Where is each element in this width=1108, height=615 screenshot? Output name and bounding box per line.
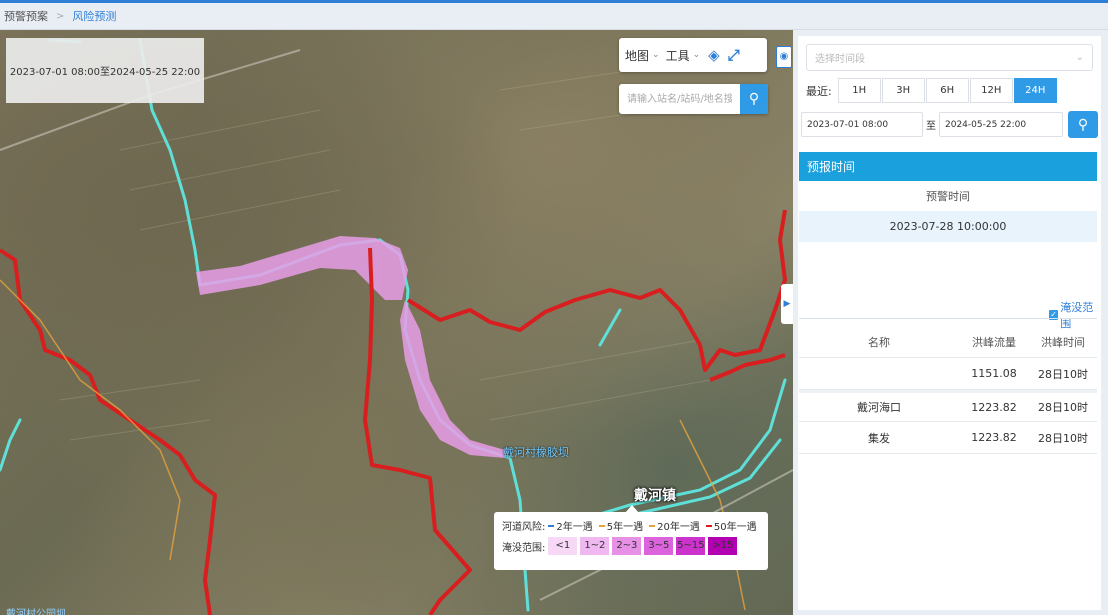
search-button[interactable]: ⚲: [740, 84, 768, 114]
breadcrumb: 预警预案 > 风险预测: [0, 3, 1108, 30]
flood-level-box: >15: [708, 537, 738, 555]
table-row[interactable]: 集发 1223.82 28日10时: [799, 422, 1097, 454]
warning-time-label: 预警时间: [926, 190, 970, 203]
date-range: 2023-07-01 08:00 至 2024-05-25 22:00 ⚲: [801, 111, 1098, 138]
flood-level-box: 1~2: [580, 537, 610, 555]
column-header-time: 洪峰时间: [1041, 335, 1085, 349]
cell-flow: 1223.82: [971, 431, 1017, 444]
panel-collapse-handle[interactable]: ▶: [781, 284, 793, 324]
legend-line: [649, 524, 656, 527]
map-view[interactable]: 2023-07-01 08:00至2024-05-25 22:00 地图 ⌄ 工…: [0, 30, 793, 615]
cell-time: 28日10时: [1038, 431, 1088, 445]
river-risk-item: 20年一遇: [649, 518, 700, 533]
map-legend: 河道风险: 2年一遇 5年一遇 20年一遇 50年一遇 淹没范围: <1 1~2…: [494, 512, 768, 570]
cell-flow: 1151.08: [971, 367, 1017, 380]
map-type-label: 地图: [625, 48, 650, 63]
place-label: 戴河镇: [634, 488, 676, 504]
cell-name: 集发: [868, 431, 890, 445]
river-risk-item: 5年一遇: [598, 518, 644, 533]
flood-level-box: 2~3: [612, 537, 642, 555]
legend-label: 50年一遇: [713, 522, 757, 533]
query-button[interactable]: ⚲: [1068, 111, 1098, 138]
start-date-input[interactable]: 2023-07-01 08:00: [801, 112, 923, 137]
river-risk-item: 2年一遇: [548, 518, 593, 533]
tools-label: 工具: [665, 48, 690, 63]
table-row[interactable]: 1151.08 28日10时: [799, 358, 1097, 390]
legend-label: 5年一遇: [606, 522, 644, 533]
river-risk-item: 50年一遇: [705, 518, 757, 533]
breadcrumb-separator: >: [56, 10, 65, 22]
breadcrumb-home[interactable]: 预警预案: [4, 8, 48, 24]
caret-right-icon: ▶: [783, 299, 791, 309]
search-input[interactable]: [619, 84, 740, 114]
cell-time: 28日10时: [1038, 401, 1088, 414]
flood-range-label: 淹没范围:: [502, 542, 546, 554]
cell-time: 28日10时: [1038, 367, 1088, 381]
time-range-box: 2023-07-01 08:00至2024-05-25 22:00: [6, 38, 204, 103]
end-date-input[interactable]: 2024-05-25 22:00: [939, 112, 1063, 137]
map-search: ⚲: [619, 84, 768, 114]
river-risk-legend: 河道风险: 2年一遇 5年一遇 20年一遇 50年一遇: [502, 518, 760, 533]
recent-range: 最近: 1H 3H 6H 12H 24H: [806, 78, 1058, 103]
recent-12h-button[interactable]: 12H: [969, 78, 1013, 103]
column-header-name: 名称: [868, 335, 890, 349]
recent-6h-button[interactable]: 6H: [925, 78, 969, 103]
legend-label: 2年一遇: [556, 522, 593, 533]
chevron-down-icon: ⌄: [652, 50, 660, 60]
column-header-flow: 洪峰流量: [972, 335, 1016, 349]
globe-icon[interactable]: ◈: [708, 46, 720, 64]
side-panel-card: 选择时间段 ⌄ 最近: 1H 3H 6H 12H 24H 2023-07-01 …: [798, 36, 1101, 610]
recent-24h-button[interactable]: 24H: [1013, 78, 1057, 103]
legend-line: [548, 524, 555, 527]
to-label: 至: [926, 121, 936, 132]
legend-line: [598, 524, 605, 527]
legend-line: [705, 524, 712, 527]
fullscreen-icon[interactable]: ⤢: [728, 46, 740, 64]
forecast-time-header: 预报时间: [799, 152, 1097, 181]
recent-label: 最近:: [806, 84, 832, 98]
table-header-row: 名称 洪峰流量 洪峰时间: [799, 326, 1097, 358]
lock-icon[interactable]: ◉: [776, 46, 792, 68]
recent-1h-button[interactable]: 1H: [837, 78, 881, 103]
period-select[interactable]: 选择时间段 ⌄: [806, 44, 1093, 71]
station-label[interactable]: 戴河村橡胶坝: [503, 444, 569, 460]
recent-3h-button[interactable]: 3H: [881, 78, 925, 103]
period-select-placeholder: 选择时间段: [815, 54, 865, 65]
breadcrumb-current: 风险预测: [72, 10, 117, 23]
map-toolbar: 地图 ⌄ 工具 ⌄ ◈ ⤢: [619, 38, 767, 72]
peak-table: 名称 洪峰流量 洪峰时间 1151.08 28日10时 戴河海口 1223.82…: [799, 326, 1097, 454]
river-risk-label: 河道风险:: [502, 522, 546, 533]
search-icon: ⚲: [1077, 116, 1089, 133]
flood-level-box: <1: [548, 537, 578, 555]
flood-level-box: 5~15: [676, 537, 706, 555]
chevron-down-icon: ⌄: [692, 50, 701, 60]
warning-time-row[interactable]: 2023-07-28 10:00:00: [799, 211, 1097, 242]
tools-dropdown[interactable]: 工具 ⌄: [666, 47, 701, 64]
divider: [799, 318, 1097, 319]
flood-range-legend: 淹没范围: <1 1~2 2~3 3~5 5~15 >15: [502, 537, 760, 555]
search-icon: ⚲: [748, 91, 760, 107]
cell-name: 戴河海口: [857, 401, 901, 414]
table-row[interactable]: 戴河海口 1223.82 28日10时: [799, 390, 1097, 422]
bottom-place-label: 戴河村公园坝: [6, 609, 66, 615]
legend-label: 20年一遇: [657, 522, 700, 533]
chevron-down-icon: ⌄: [1075, 52, 1084, 63]
map-type-dropdown[interactable]: 地图 ⌄: [625, 47, 660, 64]
cell-flow: 1223.82: [971, 400, 1017, 414]
side-panel: 选择时间段 ⌄ 最近: 1H 3H 6H 12H 24H 2023-07-01 …: [793, 30, 1108, 615]
flood-level-box: 3~5: [644, 537, 674, 555]
